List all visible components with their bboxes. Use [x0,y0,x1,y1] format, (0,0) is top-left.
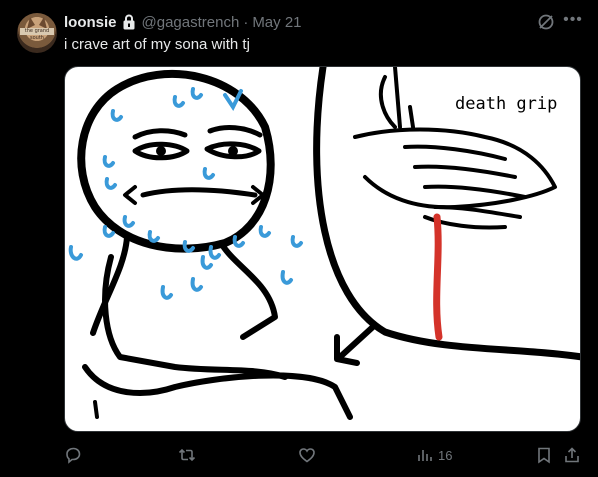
views-icon [418,450,432,461]
body-lower [82,364,353,420]
finger-1 [403,144,507,161]
tweet-text: i crave art of my sona with tj [64,36,250,53]
media-image[interactable]: death grip [64,66,581,432]
separator-dot: · [243,13,249,31]
finger-3 [423,184,527,199]
arm-left [102,254,288,380]
like-button[interactable] [298,445,316,465]
share-button[interactable] [563,445,581,465]
hand-upper [378,67,415,129]
reply-button[interactable] [64,445,82,465]
views-button[interactable]: 16 [416,445,452,465]
views-count: 16 [438,447,453,463]
mouth [140,187,258,198]
reply-icon [66,447,81,464]
grok-icon[interactable] [536,12,556,32]
display-name[interactable]: loonsie [64,14,117,31]
neck-right [218,240,278,340]
avatar[interactable]: the grand south [17,13,57,53]
blood-drip [433,213,443,341]
right-eyebrow [207,125,263,138]
finger-4 [433,205,522,219]
more-icon[interactable]: ••• [563,10,583,30]
retweet-button[interactable] [178,445,196,465]
tweet-header: loonsie @gagastrench · May 21 [64,12,302,32]
bookmark-button[interactable] [535,445,553,465]
action-bar: 16 [0,440,598,470]
user-handle[interactable]: @gagastrench [142,14,240,31]
avatar-ears-graphic [27,17,47,29]
media-caption: death grip [455,94,557,114]
finger-2 [413,164,517,179]
share-icon [565,447,579,463]
lock-icon [123,14,135,30]
neck-left [90,234,130,336]
pointer-arrow [334,322,378,366]
avatar-tag: the grand south [20,28,54,41]
meme-drawing: death grip [68,67,580,420]
retweet-icon [178,448,196,462]
post-date[interactable]: May 21 [252,14,301,31]
bookmark-icon [538,447,550,464]
like-icon [299,448,315,463]
left-eyebrow [132,128,188,140]
